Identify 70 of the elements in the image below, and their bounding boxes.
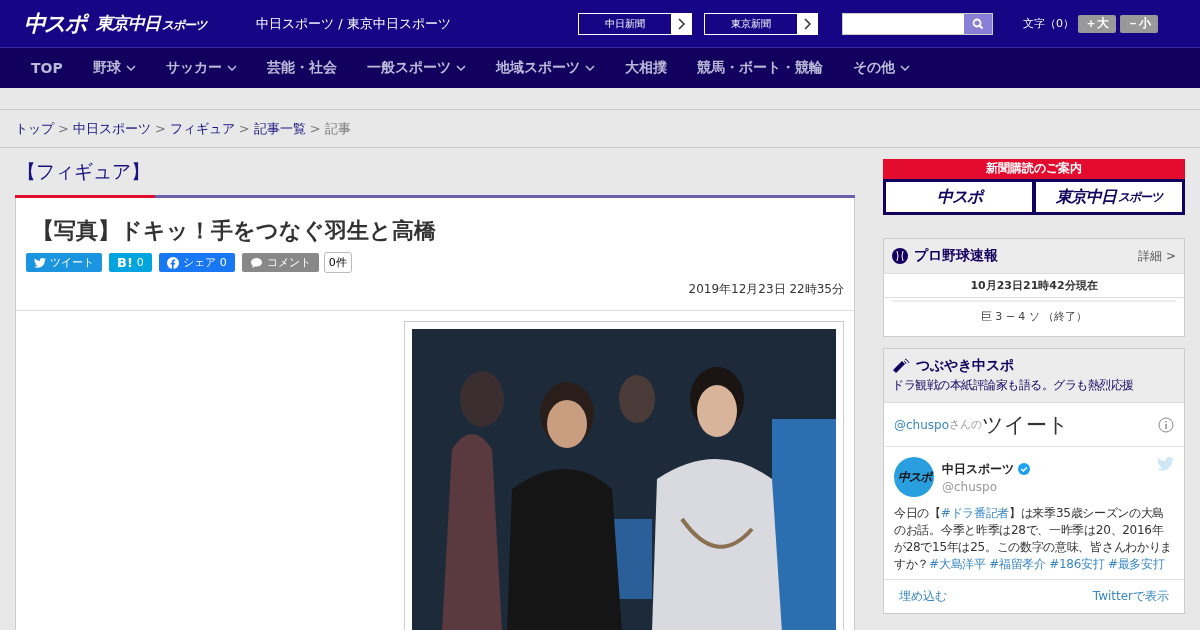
chevron-down-icon: [455, 65, 466, 71]
embed-link[interactable]: 埋め込む: [899, 588, 947, 605]
search-button[interactable]: [964, 13, 992, 34]
breadcrumb-separator: >: [58, 121, 69, 136]
nav-item[interactable]: 大相撲: [624, 59, 667, 77]
details-link[interactable]: 詳細 >: [1138, 247, 1176, 265]
account-name[interactable]: 中日スポーツ: [942, 460, 1014, 478]
category-heading: 【フィギュア】: [16, 159, 151, 184]
nav-item[interactable]: 地域スポーツ: [495, 59, 595, 77]
newspaper-logo[interactable]: 東京中日スポーツ: [1036, 182, 1182, 212]
breadcrumb-link[interactable]: フィギュア: [169, 119, 235, 138]
breadcrumb-separator: >: [309, 121, 321, 136]
nav-item[interactable]: 野球: [92, 59, 136, 77]
breadcrumb-separator: >: [238, 121, 250, 136]
hashtag-link[interactable]: #福留孝介: [989, 557, 1046, 571]
panel-title: プロ野球速報: [914, 247, 998, 265]
nav-item[interactable]: 一般スポーツ: [366, 59, 466, 77]
breadcrumb-separator: >: [154, 121, 166, 136]
verified-icon: [1018, 463, 1030, 475]
account-link[interactable]: @chuspo: [894, 417, 950, 432]
nav-item[interactable]: サッカー: [165, 59, 237, 77]
chevron-down-icon: [899, 65, 910, 71]
chevron-down-icon: [125, 65, 136, 71]
view-on-twitter-link[interactable]: Twitterで表示: [1092, 588, 1169, 605]
heading-suffix: さんの: [949, 417, 983, 431]
account-avatar[interactable]: 中スポ: [894, 457, 934, 497]
bird-icon: [1157, 457, 1174, 471]
comment-share-button[interactable]: コメント: [241, 253, 319, 272]
game-score[interactable]: 巨 3 − 4 ソ （終了）: [892, 300, 1176, 336]
breadcrumb-link[interactable]: 記事一覧: [253, 119, 306, 138]
speech-bubble-icon: [249, 256, 263, 269]
subscription-banner[interactable]: 新聞購読のご案内 中スポ 東京中日スポーツ: [883, 159, 1185, 215]
chevron-down-icon: [226, 65, 237, 71]
tweet-text: 今日の【#ドラ番記者】は来季35歳シーズンの大島のお話。今季と昨季は28で、一昨季は20、2016年が28で15年は25。この数字の意味、皆さんわかりますか？#大島洋平 #福留孝介 #186安打 #最多安打: [884, 501, 1184, 580]
font-size-label: 文字（0）: [1023, 16, 1074, 31]
facebook-share-button[interactable]: シェア 0: [158, 253, 235, 272]
hashtag-link[interactable]: #ドラ番記者: [940, 506, 1010, 520]
nav-item[interactable]: 芸能・社会: [266, 59, 337, 77]
tweets-heading: ツイート: [982, 411, 1070, 439]
account-handle: @chuspo: [942, 479, 999, 494]
update-time: 10月23日21時42分現在: [884, 274, 1184, 298]
panel-title: つぶやき中スポ: [916, 357, 1014, 375]
breadcrumb-link[interactable]: 中日スポーツ: [72, 119, 151, 138]
info-icon[interactable]: [1158, 416, 1174, 433]
site-title: 中日スポーツ / 東京中日スポーツ: [256, 14, 452, 33]
subscription-title: 新聞購読のご案内: [985, 160, 1083, 177]
chevron-down-icon: [584, 65, 595, 71]
hashtag-link[interactable]: #最多安打: [1107, 557, 1165, 571]
chevron-right-icon: [671, 13, 691, 34]
nav-item[interactable]: その他: [852, 59, 910, 77]
breadcrumb-link[interactable]: トップ: [15, 119, 54, 138]
comment-count: 0件: [323, 252, 352, 273]
newspaper-link[interactable]: 東京新聞: [704, 12, 818, 35]
current-page-label: 記事: [324, 119, 351, 138]
chevron-right-icon: [797, 13, 817, 34]
nav-item[interactable]: TOP: [31, 60, 63, 76]
article-title: 【写真】ドキッ！手をつなぐ羽生と高橋: [31, 217, 437, 245]
facebook-icon: [166, 256, 179, 269]
search-icon: [972, 17, 984, 30]
baseball-icon: [892, 248, 908, 264]
hashtag-link[interactable]: #大島洋平: [929, 557, 986, 571]
site-logo[interactable]: 東京中日スポーツ: [96, 12, 206, 35]
hashtag-link[interactable]: #186安打: [1049, 557, 1105, 571]
nav-item[interactable]: 競馬・ボート・競輪: [696, 59, 823, 77]
article-date: 2019年12月23日 22時35分: [16, 273, 854, 311]
search-field[interactable]: [842, 12, 993, 35]
newspaper-link[interactable]: 中日新聞: [578, 12, 692, 35]
bird-icon: [34, 257, 46, 268]
panel-subtitle: ドラ観戦の本紙評論家も語る。グラも熱烈応援: [892, 377, 1134, 394]
newspaper-logo[interactable]: 中スポ: [886, 182, 1032, 212]
